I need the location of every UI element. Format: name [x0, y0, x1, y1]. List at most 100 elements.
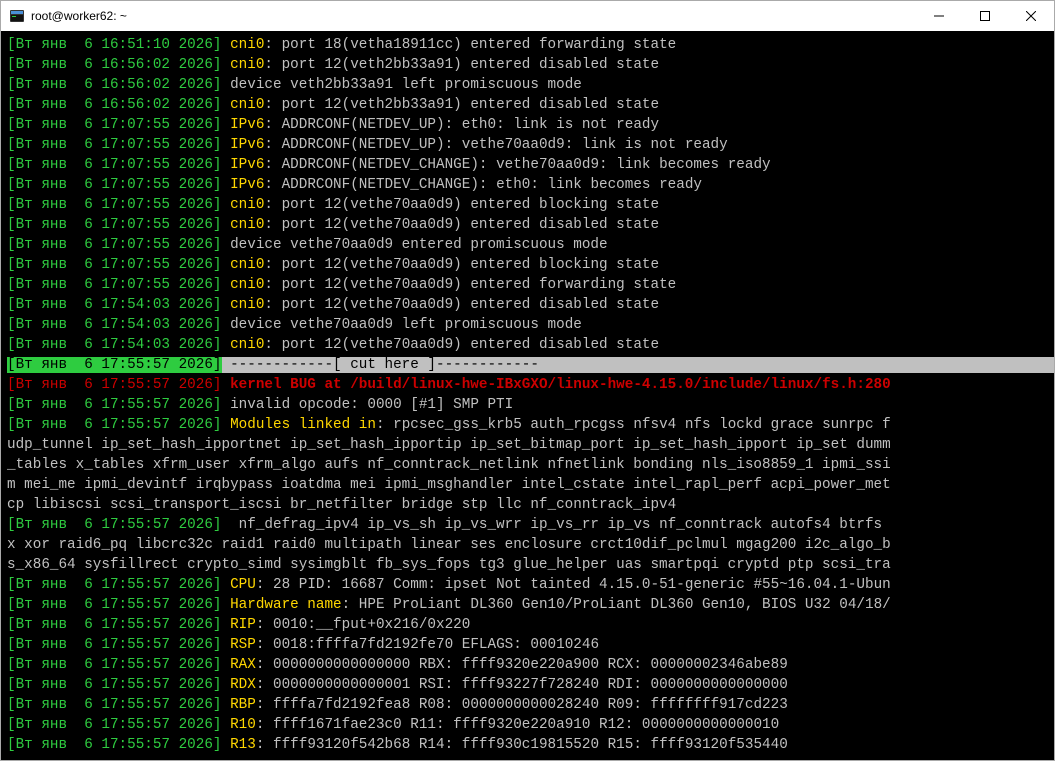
log-line: [Вт янв 6 16:56:02 2026] cni0: port 12(v… [7, 55, 1048, 75]
log-source: cni0 [230, 97, 264, 113]
log-line: [Вт янв 6 17:55:57 2026] ------------[ c… [7, 355, 1048, 375]
log-line: [Вт янв 6 17:55:57 2026] RDX: 0000000000… [7, 675, 1048, 695]
timestamp: [Вт янв 6 17:55:57 2026] [7, 737, 222, 753]
log-line: [Вт янв 6 17:55:57 2026] R13: ffff93120f… [7, 735, 1048, 755]
timestamp: [Вт янв 6 16:56:02 2026] [7, 57, 222, 73]
log-line: [Вт янв 6 17:55:57 2026] nf_defrag_ipv4 … [7, 515, 1048, 535]
cut-here: ------------[ cut here ]------------ [222, 357, 1055, 373]
log-message: invalid opcode: 0000 [#1] SMP PTI [230, 397, 513, 413]
log-line: [Вт янв 6 17:55:57 2026] R10: ffff1671fa… [7, 715, 1048, 735]
log-wrap: s_x86_64 sysfillrect crypto_simd sysimgb… [7, 557, 891, 573]
kernel-bug: kernel BUG at /build/linux-hwe-IBxGXO/li… [222, 377, 891, 393]
log-source: IPv6 [230, 137, 264, 153]
log-wrap: udp_tunnel ip_set_hash_ipportnet ip_set_… [7, 437, 891, 453]
timestamp: [Вт янв 6 17:55:57 2026] [7, 637, 222, 653]
timestamp: [Вт янв 6 17:07:55 2026] [7, 277, 222, 293]
log-line: [Вт янв 6 17:55:57 2026] invalid opcode:… [7, 395, 1048, 415]
log-message: : ffff93120f542b68 R14: ffff930c19815520… [256, 737, 788, 753]
log-line: [Вт янв 6 17:07:55 2026] IPv6: ADDRCONF(… [7, 135, 1048, 155]
log-message: : port 12(veth2bb33a91) entered disabled… [264, 97, 659, 113]
timestamp: [Вт янв 6 17:55:57 2026] [7, 617, 222, 633]
app-icon [9, 8, 25, 24]
log-message: : port 18(vetha18911cc) entered forwardi… [264, 37, 676, 53]
log-message: : 0000000000000000 RBX: ffff9320e220a900… [256, 657, 788, 673]
timestamp: [Вт янв 6 17:07:55 2026] [7, 217, 222, 233]
log-source: IPv6 [230, 157, 264, 173]
timestamp: [Вт янв 6 16:51:10 2026] [7, 37, 222, 53]
log-source: Modules linked in [230, 417, 376, 433]
log-message: : ADDRCONF(NETDEV_UP): vethe70aa0d9: lin… [264, 137, 727, 153]
log-line: [Вт янв 6 17:55:57 2026] RBP: ffffa7fd21… [7, 695, 1048, 715]
timestamp: [Вт янв 6 17:55:57 2026] [7, 717, 222, 733]
log-line: [Вт янв 6 16:56:02 2026] cni0: port 12(v… [7, 95, 1048, 115]
log-message: : port 12(vethe70aa0d9) entered disabled… [264, 217, 659, 233]
log-message: device veth2bb33a91 left promiscuous mod… [230, 77, 582, 93]
log-line: [Вт янв 6 17:07:55 2026] cni0: port 12(v… [7, 195, 1048, 215]
log-line: udp_tunnel ip_set_hash_ipportnet ip_set_… [7, 435, 1048, 455]
log-wrap: m mei_me ipmi_devintf irqbypass ioatdma … [7, 477, 891, 493]
maximize-button[interactable] [962, 1, 1008, 31]
timestamp: [Вт янв 6 17:55:57 2026] [7, 597, 222, 613]
timestamp: [Вт янв 6 17:07:55 2026] [7, 177, 222, 193]
log-line: [Вт янв 6 17:54:03 2026] device vethe70a… [7, 315, 1048, 335]
timestamp: [Вт янв 6 17:55:57 2026] [7, 377, 222, 393]
log-message: : port 12(vethe70aa0d9) entered disabled… [264, 297, 659, 313]
log-source: RSP [230, 637, 256, 653]
log-line: [Вт янв 6 17:54:03 2026] cni0: port 12(v… [7, 335, 1048, 355]
titlebar[interactable]: root@worker62: ~ [1, 1, 1054, 31]
timestamp: [Вт янв 6 17:55:57 2026] [7, 517, 222, 533]
log-source: cni0 [230, 217, 264, 233]
log-line: [Вт янв 6 17:55:57 2026] RAX: 0000000000… [7, 655, 1048, 675]
log-line: [Вт янв 6 17:55:57 2026] Hardware name: … [7, 595, 1048, 615]
timestamp: [Вт янв 6 17:55:57 2026] [7, 677, 222, 693]
window-title: root@worker62: ~ [31, 9, 127, 23]
log-line: [Вт янв 6 17:07:55 2026] IPv6: ADDRCONF(… [7, 175, 1048, 195]
timestamp: [Вт янв 6 17:54:03 2026] [7, 297, 222, 313]
minimize-button[interactable] [916, 1, 962, 31]
log-message: : ffff1671fae23c0 R11: ffff9320e220a910 … [256, 717, 779, 733]
log-message: : port 12(veth2bb33a91) entered disabled… [264, 57, 659, 73]
log-line: [Вт янв 6 17:55:57 2026] Modules linked … [7, 415, 1048, 435]
timestamp: [Вт янв 6 17:07:55 2026] [7, 157, 222, 173]
log-source: cni0 [230, 337, 264, 353]
log-message: : ADDRCONF(NETDEV_UP): eth0: link is not… [264, 117, 659, 133]
log-line: _tables x_tables xfrm_user xfrm_algo auf… [7, 455, 1048, 475]
timestamp: [Вт янв 6 17:55:57 2026] [7, 357, 222, 373]
log-line: [Вт янв 6 17:07:55 2026] device vethe70a… [7, 235, 1048, 255]
log-message: : 0000000000000001 RSI: ffff93227f728240… [256, 677, 788, 693]
window-controls [916, 1, 1054, 31]
log-source: IPv6 [230, 117, 264, 133]
log-message: device vethe70aa0d9 left promiscuous mod… [230, 317, 582, 333]
log-source: R13 [230, 737, 256, 753]
log-line: [Вт янв 6 16:51:10 2026] cni0: port 18(v… [7, 35, 1048, 55]
log-line: [Вт янв 6 17:07:55 2026] IPv6: ADDRCONF(… [7, 115, 1048, 135]
log-line: [Вт янв 6 17:55:57 2026] RIP: 0010:__fpu… [7, 615, 1048, 635]
timestamp: [Вт янв 6 17:55:57 2026] [7, 577, 222, 593]
terminal-viewport[interactable]: [Вт янв 6 16:51:10 2026] cni0 : port 18(v… [1, 31, 1054, 760]
timestamp: [Вт янв 6 17:55:57 2026] [7, 697, 222, 713]
log-line: cp libiscsi scsi_transport_iscsi br_netf… [7, 495, 1048, 515]
close-button[interactable] [1008, 1, 1054, 31]
log-source: RAX [230, 657, 256, 673]
log-message: : port 12(vethe70aa0d9) entered blocking… [264, 257, 659, 273]
timestamp: [Вт янв 6 17:07:55 2026] [7, 257, 222, 273]
timestamp: [Вт янв 6 17:55:57 2026] [7, 657, 222, 673]
log-source: RBP [230, 697, 256, 713]
log-wrap: _tables x_tables xfrm_user xfrm_algo auf… [7, 457, 891, 473]
log-line: [Вт янв 6 17:55:57 2026] RSP: 0018:ffffa… [7, 635, 1048, 655]
log-line: m mei_me ipmi_devintf irqbypass ioatdma … [7, 475, 1048, 495]
log-line: [Вт янв 6 17:55:57 2026] CPU: 28 PID: 16… [7, 575, 1048, 595]
timestamp: [Вт янв 6 17:07:55 2026] [7, 197, 222, 213]
log-source: RDX [230, 677, 256, 693]
log-line: [Вт янв 6 17:07:55 2026] cni0: port 12(v… [7, 215, 1048, 235]
log-line: [Вт янв 6 17:54:03 2026] cni0: port 12(v… [7, 295, 1048, 315]
timestamp: [Вт янв 6 16:56:02 2026] [7, 77, 222, 93]
timestamp: [Вт янв 6 17:54:03 2026] [7, 317, 222, 333]
timestamp: [Вт янв 6 17:07:55 2026] [7, 137, 222, 153]
log-message: : HPE ProLiant DL360 Gen10/ProLiant DL36… [342, 597, 891, 613]
window-frame: root@worker62: ~ [Вт янв 6 16:51:10 2026… [0, 0, 1055, 761]
log-line: x xor raid6_pq libcrc32c raid1 raid0 mul… [7, 535, 1048, 555]
log-source: IPv6 [230, 177, 264, 193]
log-wrap: x xor raid6_pq libcrc32c raid1 raid0 mul… [7, 537, 891, 553]
log-message: : 0018:ffffa7fd2192fe70 EFLAGS: 00010246 [256, 637, 599, 653]
